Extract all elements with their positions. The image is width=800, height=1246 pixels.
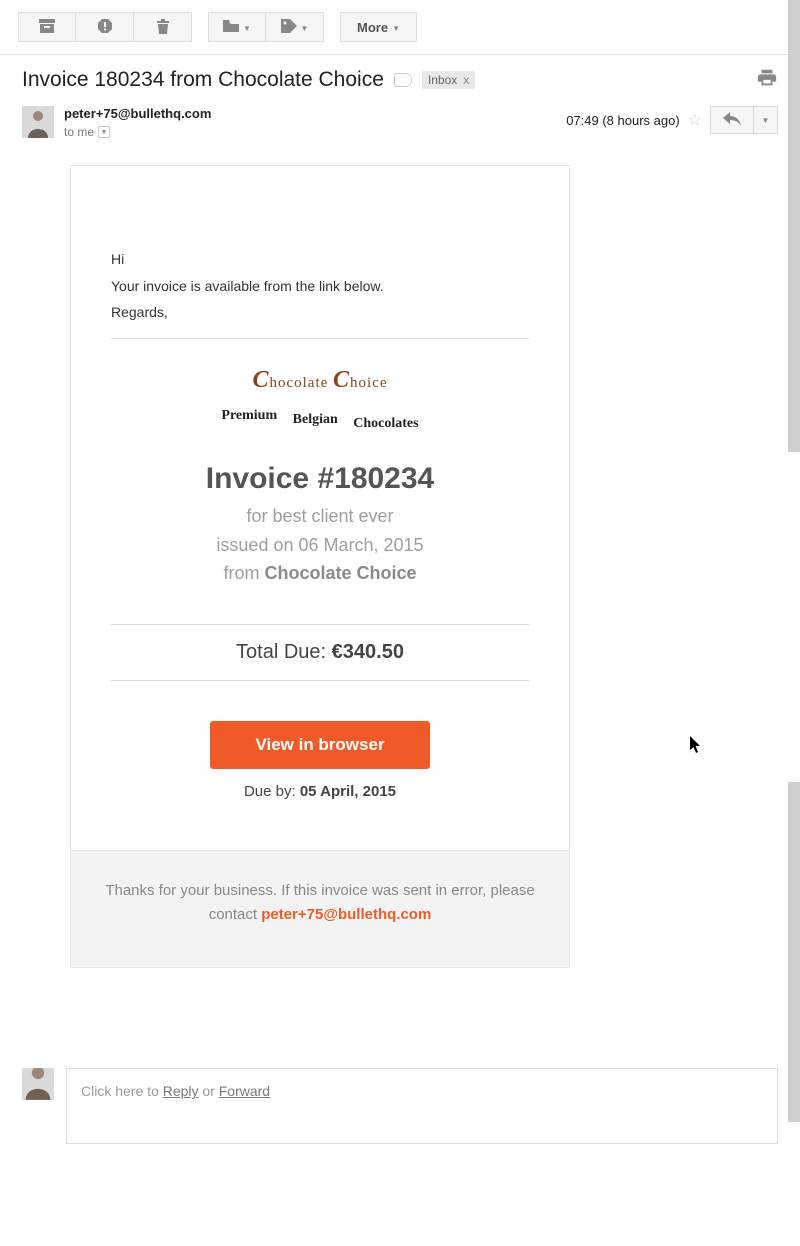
due-line: Due by: 05 April, 2015 (111, 783, 529, 850)
sender-block: peter+75@bullethq.com to me ▼ (64, 106, 211, 139)
toolbar-group-2: ▼ ▼ (208, 12, 324, 42)
intro-text: Hi Your invoice is available from the li… (111, 246, 529, 339)
scrollbar[interactable] (788, 0, 800, 1246)
total-amount: €340.50 (332, 641, 404, 663)
more-reply-options-button[interactable]: ▼ (754, 106, 778, 134)
label-outline-icon[interactable] (394, 73, 412, 87)
labels-button[interactable]: ▼ (266, 12, 324, 42)
chevron-down-icon: ▼ (392, 24, 400, 33)
forward-link[interactable]: Forward (219, 1083, 270, 1099)
invoice-footer: Thanks for your business. If this invoic… (71, 850, 569, 967)
brand-name: Chocolate Choice (111, 367, 529, 394)
reply-input[interactable]: Click here to Reply or Forward (66, 1068, 778, 1144)
invoice-from: from Chocolate Choice (111, 559, 529, 588)
spam-button[interactable] (76, 12, 134, 42)
chevron-down-icon: ▼ (243, 24, 251, 33)
star-button[interactable]: ☆ (688, 110, 702, 130)
inbox-label-chip: Inbox x (422, 71, 475, 89)
invoice-card: Hi Your invoice is available from the li… (70, 165, 570, 968)
brand-logo: Chocolate Choice Premium Belgian Chocola… (111, 367, 529, 428)
remove-label-button[interactable]: x (463, 73, 469, 87)
intro-divider (111, 338, 529, 339)
reply-icon (723, 112, 741, 129)
delete-button[interactable] (134, 12, 192, 42)
contact-email-link[interactable]: peter+75@bullethq.com (261, 906, 431, 923)
invoice-issued: issued on 06 March, 2015 (111, 531, 529, 560)
total-label: Total Due: (236, 641, 332, 663)
chevron-down-icon: ▼ (301, 24, 309, 33)
archive-icon (39, 19, 55, 36)
label-icon (281, 19, 297, 36)
move-to-button[interactable]: ▼ (208, 12, 266, 42)
reply-button[interactable] (710, 106, 754, 134)
spam-icon (97, 18, 113, 37)
total-due-row: Total Due: €340.50 (111, 624, 529, 681)
print-button[interactable] (756, 67, 778, 92)
timestamp: 07:49 (8 hours ago) (566, 113, 679, 128)
more-button[interactable]: More ▼ (340, 12, 417, 42)
invoice-subtitle: for best client ever issued on 06 March,… (111, 502, 529, 588)
show-details-button[interactable]: ▼ (98, 126, 110, 138)
greeting: Hi (111, 246, 529, 273)
reply-area: Click here to Reply or Forward (0, 1038, 800, 1204)
recipient-text: to me (64, 125, 94, 139)
message-meta: 07:49 (8 hours ago) ☆ ▼ (566, 106, 778, 134)
intro-line: Your invoice is available from the link … (111, 273, 529, 300)
recipient-line: to me ▼ (64, 125, 211, 139)
sender-avatar[interactable] (22, 106, 54, 138)
toolbar: ▼ ▼ More ▼ (0, 0, 800, 55)
mouse-cursor-icon (690, 736, 704, 758)
inbox-label-text: Inbox (428, 73, 457, 87)
due-date: 05 April, 2015 (300, 783, 396, 800)
message-header: peter+75@bullethq.com to me ▼ 07:49 (8 h… (0, 100, 800, 145)
more-label: More (357, 20, 388, 35)
invoice-title: Invoice #180234 (111, 462, 529, 496)
archive-button[interactable] (18, 12, 76, 42)
subject-row: Invoice 180234 from Chocolate Choice Inb… (0, 55, 800, 100)
brand-tagline: Premium Belgian Chocolates (111, 412, 529, 428)
signoff: Regards, (111, 299, 529, 326)
folder-icon (223, 19, 239, 35)
toolbar-group-1 (18, 12, 192, 42)
subject-text: Invoice 180234 from Chocolate Choice (22, 68, 384, 92)
reply-link[interactable]: Reply (163, 1083, 199, 1099)
trash-icon (156, 18, 170, 37)
invoice-for: for best client ever (111, 502, 529, 531)
user-avatar (22, 1068, 54, 1100)
view-in-browser-button[interactable]: View in browser (210, 721, 430, 769)
message-body: Hi Your invoice is available from the li… (0, 145, 800, 1038)
sender-email[interactable]: peter+75@bullethq.com (64, 106, 211, 121)
